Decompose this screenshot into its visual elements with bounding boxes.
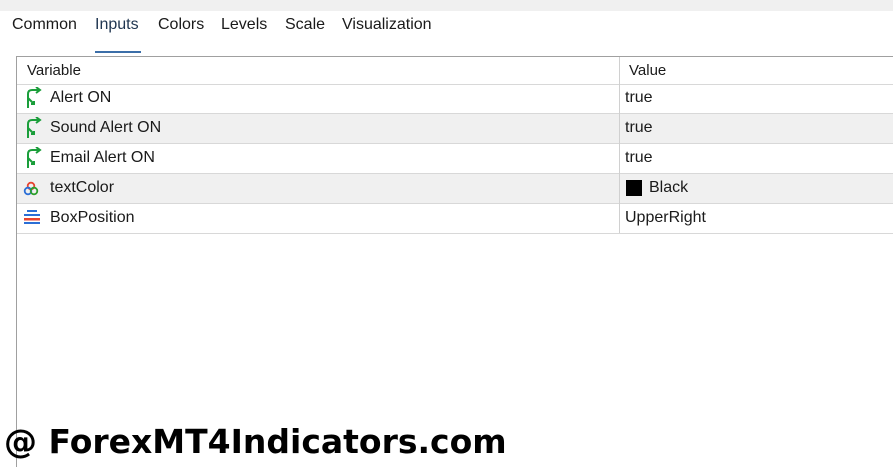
variable-value[interactable]: true — [625, 119, 653, 137]
table-row[interactable]: textColor Black — [17, 174, 893, 204]
tab-scale[interactable]: Scale — [285, 15, 325, 39]
column-header-value[interactable]: Value — [629, 62, 666, 79]
variable-value[interactable]: Black — [649, 179, 688, 197]
enum-variable-icon — [23, 207, 43, 229]
watermark: @ ForexMT4Indicators.com — [4, 422, 507, 461]
active-tab-indicator — [95, 51, 141, 53]
table-row[interactable]: Alert ON true — [17, 84, 893, 114]
variable-name: textColor — [50, 179, 115, 196]
tab-levels[interactable]: Levels — [221, 15, 267, 39]
bool-variable-icon — [23, 146, 43, 169]
window-top-strip — [0, 0, 893, 11]
bool-variable-icon — [23, 116, 43, 139]
table-row[interactable]: Email Alert ON true — [17, 144, 893, 174]
column-separator[interactable] — [619, 57, 620, 233]
column-header-variable[interactable]: Variable — [27, 62, 81, 79]
variable-value[interactable]: true — [625, 89, 653, 107]
variable-value[interactable]: UpperRight — [625, 209, 706, 227]
color-swatch — [626, 180, 642, 196]
tab-visualization[interactable]: Visualization — [342, 15, 432, 39]
bool-variable-icon — [23, 86, 43, 109]
variable-value[interactable]: true — [625, 149, 653, 167]
inputs-table: Variable Value Alert ON true Sound Alert… — [16, 56, 893, 467]
table-row[interactable]: Sound Alert ON true — [17, 114, 893, 144]
table-header: Variable Value — [17, 57, 893, 85]
tab-colors[interactable]: Colors — [158, 15, 204, 39]
tab-bar: Common Inputs Colors Levels Scale Visual… — [0, 11, 893, 53]
variable-name: Sound Alert ON — [50, 119, 162, 136]
tab-common[interactable]: Common — [12, 15, 77, 39]
tab-inputs[interactable]: Inputs — [95, 15, 139, 39]
variable-name: BoxPosition — [50, 209, 135, 226]
variable-name: Alert ON — [50, 89, 112, 106]
color-variable-icon — [23, 177, 43, 199]
table-row[interactable]: BoxPosition UpperRight — [17, 204, 893, 234]
variable-name: Email Alert ON — [50, 149, 155, 166]
